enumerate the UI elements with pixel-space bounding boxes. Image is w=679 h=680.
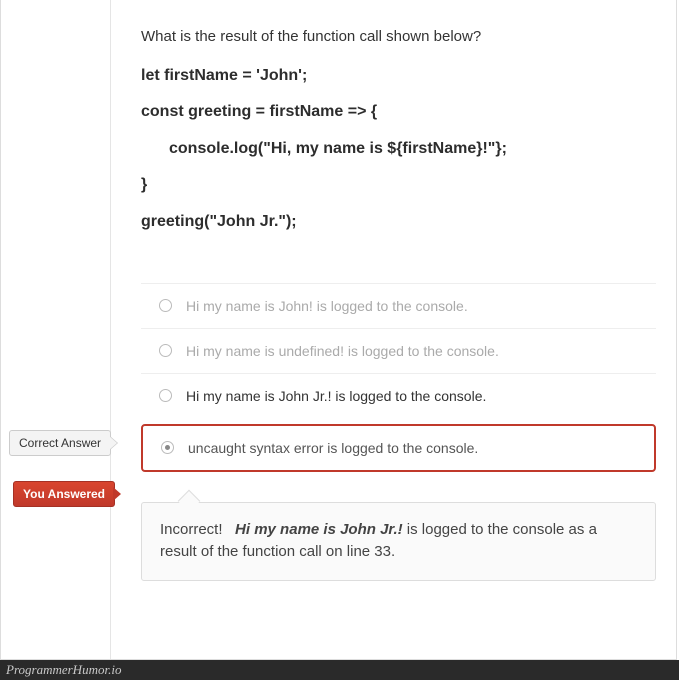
you-answered-tag-label: You Answered (23, 487, 105, 501)
watermark-text: ProgrammerHumor.io (6, 662, 121, 677)
radio-icon-selected (161, 441, 174, 454)
feedback-bold: Hi my name is John Jr.! (235, 521, 403, 538)
answer-option-label: Hi my name is John! is logged to the con… (186, 298, 468, 314)
watermark: ProgrammerHumor.io (0, 660, 679, 680)
radio-icon (159, 389, 172, 402)
answer-option-label: Hi my name is John Jr.! is logged to the… (186, 388, 486, 404)
code-line-1: let firstName = 'John'; (141, 65, 656, 87)
question-text: What is the result of the function call … (141, 28, 656, 45)
radio-icon (159, 344, 172, 357)
answer-option-label: Hi my name is undefined! is logged to th… (186, 343, 499, 359)
answer-option-b[interactable]: Hi my name is undefined! is logged to th… (141, 328, 656, 373)
code-line-2: const greeting = firstName => { (141, 101, 656, 123)
code-line-3: console.log("Hi, my name is ${firstName}… (141, 138, 656, 160)
code-block: let firstName = 'John'; const greeting =… (141, 65, 656, 233)
correct-answer-tag-label: Correct Answer (19, 436, 101, 450)
correct-answer-tag: Correct Answer (9, 430, 111, 456)
radio-icon (159, 299, 172, 312)
answer-option-c[interactable]: Hi my name is John Jr.! is logged to the… (141, 373, 656, 418)
you-answered-tag: You Answered (13, 481, 115, 507)
answer-option-d[interactable]: uncaught syntax error is logged to the c… (141, 424, 656, 472)
code-line-4: } (141, 174, 656, 196)
feedback-label: Incorrect! (160, 521, 223, 538)
answer-option-label: uncaught syntax error is logged to the c… (188, 440, 478, 456)
feedback-box: Incorrect! Hi my name is John Jr.! is lo… (141, 502, 656, 581)
code-line-5: greeting("John Jr."); (141, 211, 656, 233)
answer-list: Hi my name is John! is logged to the con… (141, 283, 656, 472)
answer-option-a[interactable]: Hi my name is John! is logged to the con… (141, 283, 656, 328)
left-sidebar (1, 0, 111, 659)
